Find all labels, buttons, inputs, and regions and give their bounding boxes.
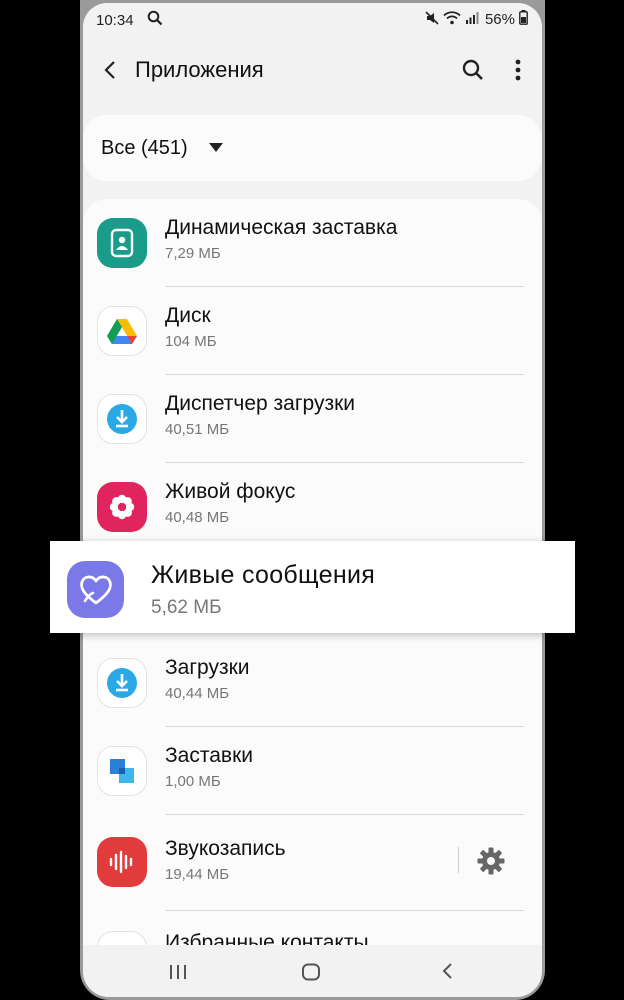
back-button[interactable] <box>95 55 125 85</box>
filter-dropdown[interactable]: Все (451) <box>83 115 542 181</box>
more-vert-icon <box>515 59 521 81</box>
gear-icon <box>477 847 505 875</box>
app-name: Живой фокус <box>165 480 296 503</box>
recent-apps-button[interactable] <box>168 963 188 986</box>
mute-icon <box>425 10 439 29</box>
list-item[interactable]: Живой фокус 40,48 МБ <box>83 463 542 551</box>
signal-icon <box>465 11 479 29</box>
more-options-button[interactable] <box>503 55 533 85</box>
filter-label: Все (451) <box>101 137 188 159</box>
app-bar: Приложения <box>83 43 542 95</box>
battery-level: 56% <box>484 11 515 28</box>
app-size: 40,51 МБ <box>165 421 230 438</box>
app-size: 5,62 МБ <box>151 597 222 618</box>
app-size: 19,44 МБ <box>165 866 230 883</box>
app-name: Заставки <box>165 744 253 767</box>
status-bar: 10:34 56% <box>83 3 542 35</box>
app-size: 40,48 МБ <box>165 509 230 526</box>
navigation-bar <box>83 945 542 997</box>
app-name: Звукозапись <box>165 837 286 860</box>
downloads-icon <box>97 658 147 708</box>
live-focus-icon <box>97 482 147 532</box>
list-item[interactable]: Диск 104 МБ <box>83 287 542 375</box>
app-name: Диск <box>165 304 211 327</box>
screensavers-icon <box>97 746 147 796</box>
app-settings-button[interactable] <box>473 843 509 879</box>
google-drive-icon <box>97 306 147 356</box>
home-icon <box>302 963 320 981</box>
app-name: Динамическая заставка <box>165 216 398 239</box>
list-item[interactable]: Динамическая заставка 7,29 МБ <box>83 199 542 287</box>
chevron-left-icon <box>104 61 115 79</box>
highlighted-list-item[interactable]: Живые сообщения 5,62 МБ <box>50 541 575 633</box>
divider <box>458 847 459 873</box>
status-icons: 56% <box>425 10 528 29</box>
nav-back-button[interactable] <box>440 961 454 986</box>
list-item[interactable]: Диспетчер загрузки 40,51 МБ <box>83 375 542 463</box>
app-name: Живые сообщения <box>151 561 376 589</box>
download-manager-icon <box>97 394 147 444</box>
status-time: 10:34 <box>96 12 134 29</box>
page-title: Приложения <box>135 57 264 82</box>
home-button[interactable] <box>301 963 321 986</box>
app-size: 7,29 МБ <box>165 245 221 262</box>
wifi-icon <box>443 10 461 29</box>
voice-recorder-icon <box>97 837 147 887</box>
list-item[interactable]: Загрузки 40,44 МБ <box>83 639 542 727</box>
search-button[interactable] <box>458 55 488 85</box>
app-name: Загрузки <box>165 656 250 679</box>
battery-icon <box>519 10 528 29</box>
app-size: 1,00 МБ <box>165 773 221 790</box>
list-item[interactable]: Звукозапись 19,44 МБ <box>83 815 542 907</box>
phone-frame: 10:34 56% Приложения Все (451) Динамичес… <box>80 0 545 1000</box>
search-icon <box>462 59 483 80</box>
dropdown-arrow-icon <box>209 143 223 152</box>
app-size: 104 МБ <box>165 333 217 350</box>
app-name: Диспетчер загрузки <box>165 392 356 415</box>
recents-icon <box>170 965 186 979</box>
live-message-icon <box>67 561 124 618</box>
app-size: 40,44 МБ <box>165 685 230 702</box>
dynamic-lockscreen-icon <box>97 218 147 268</box>
screen: 10:34 56% Приложения Все (451) Динамичес… <box>83 3 542 997</box>
search-icon <box>147 10 163 30</box>
chevron-left-icon <box>442 963 452 979</box>
list-item[interactable]: Заставки 1,00 МБ <box>83 727 542 815</box>
